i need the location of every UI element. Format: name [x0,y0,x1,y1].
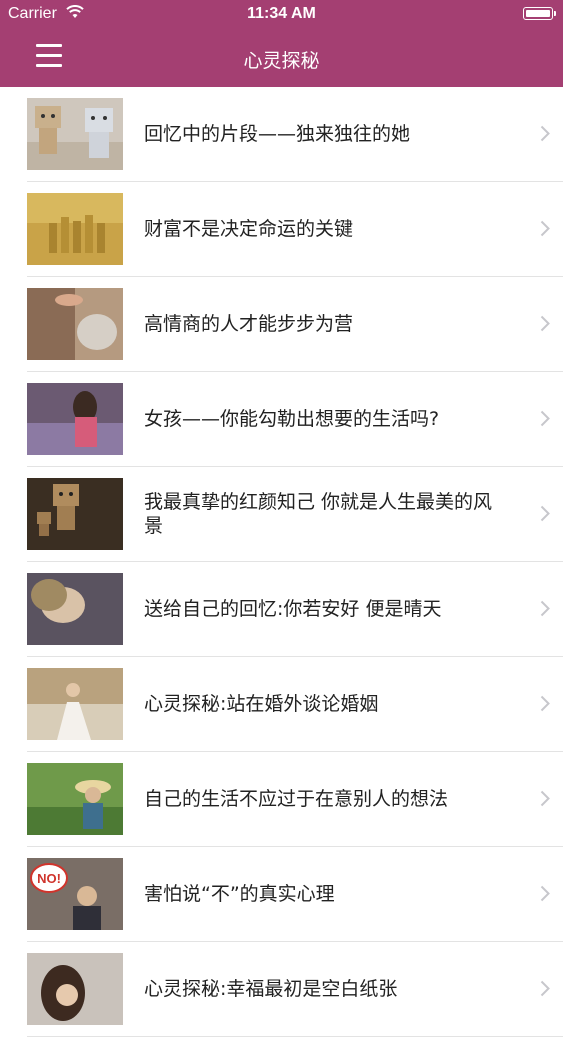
thumbnail-cat-hand [27,288,123,360]
chevron-right-icon [540,695,550,712]
article-title: 财富不是决定命运的关键 [144,218,354,240]
chevron-right-icon [540,505,550,522]
chevron-right-icon [540,125,550,142]
chevron-right-icon [540,980,550,997]
thumbnail-girl-lavender [27,383,123,455]
page-title: 心灵探秘 [243,50,320,72]
thumbnail-woman-face [27,573,123,645]
thumbnail-no-sign: NO! [27,858,123,930]
chevron-right-icon [540,220,550,237]
chevron-right-icon [540,315,550,332]
chevron-right-icon [540,790,550,807]
nav-bar: 心灵探秘 [0,30,563,87]
thumbnail-danbo-dark [27,478,123,550]
thumbnail-gold-coins [27,193,123,265]
article-title: 心灵探秘:站在婚外谈论婚姻 [144,693,379,715]
list-item[interactable]: 送给自己的回忆:你若安好 便是晴天 [27,562,563,657]
list-item[interactable]: 高情商的人才能步步为营 [27,277,563,372]
article-title: 送给自己的回忆:你若安好 便是晴天 [144,598,442,620]
article-title: 心灵探秘:幸福最初是空白纸张 [144,978,398,1000]
no-sign-text: NO! [37,871,61,886]
thumbnail-girl-hat [27,763,123,835]
list-item[interactable]: 自己的生活不应过于在意别人的想法 [27,752,563,847]
list-item[interactable]: 心灵探秘:幸福最初是空白纸张 [27,942,563,1037]
article-title: 高情商的人才能步步为营 [144,313,354,335]
thumbnail-danbo-boxes [27,98,123,170]
article-title: 回忆中的片段——独来独往的她 [144,123,411,145]
battery-icon [523,7,556,20]
list-item[interactable]: 我最真挚的红颜知己 你就是人生最美的风景 [27,467,563,562]
thumbnail-girl-portrait [27,953,123,1025]
thumbnail-bride [27,668,123,740]
chevron-right-icon [540,600,550,617]
article-title: 害怕说“不”的真实心理 [144,883,335,905]
article-title: 我最真挚的红颜知己 你就是人生最美的风景 [144,491,493,537]
chevron-right-icon [540,410,550,427]
chevron-right-icon [540,885,550,902]
list-item[interactable]: NO! 害怕说“不”的真实心理 [27,847,563,942]
article-list: 回忆中的片段——独来独往的她 财富不是决定命运的关键 高情商的人才能步步为营 女… [0,87,563,1037]
list-item[interactable]: 心灵探秘:站在婚外谈论婚姻 [27,657,563,752]
status-bar: Carrier 11:34 AM [0,0,563,30]
article-title: 自己的生活不应过于在意别人的想法 [144,788,449,810]
article-title: 女孩——你能勾勒出想要的生活吗? [144,408,440,430]
list-item[interactable]: 财富不是决定命运的关键 [27,182,563,277]
list-item[interactable]: 女孩——你能勾勒出想要的生活吗? [27,372,563,467]
list-item[interactable]: 回忆中的片段——独来独往的她 [27,87,563,182]
clock: 11:34 AM [247,5,316,22]
